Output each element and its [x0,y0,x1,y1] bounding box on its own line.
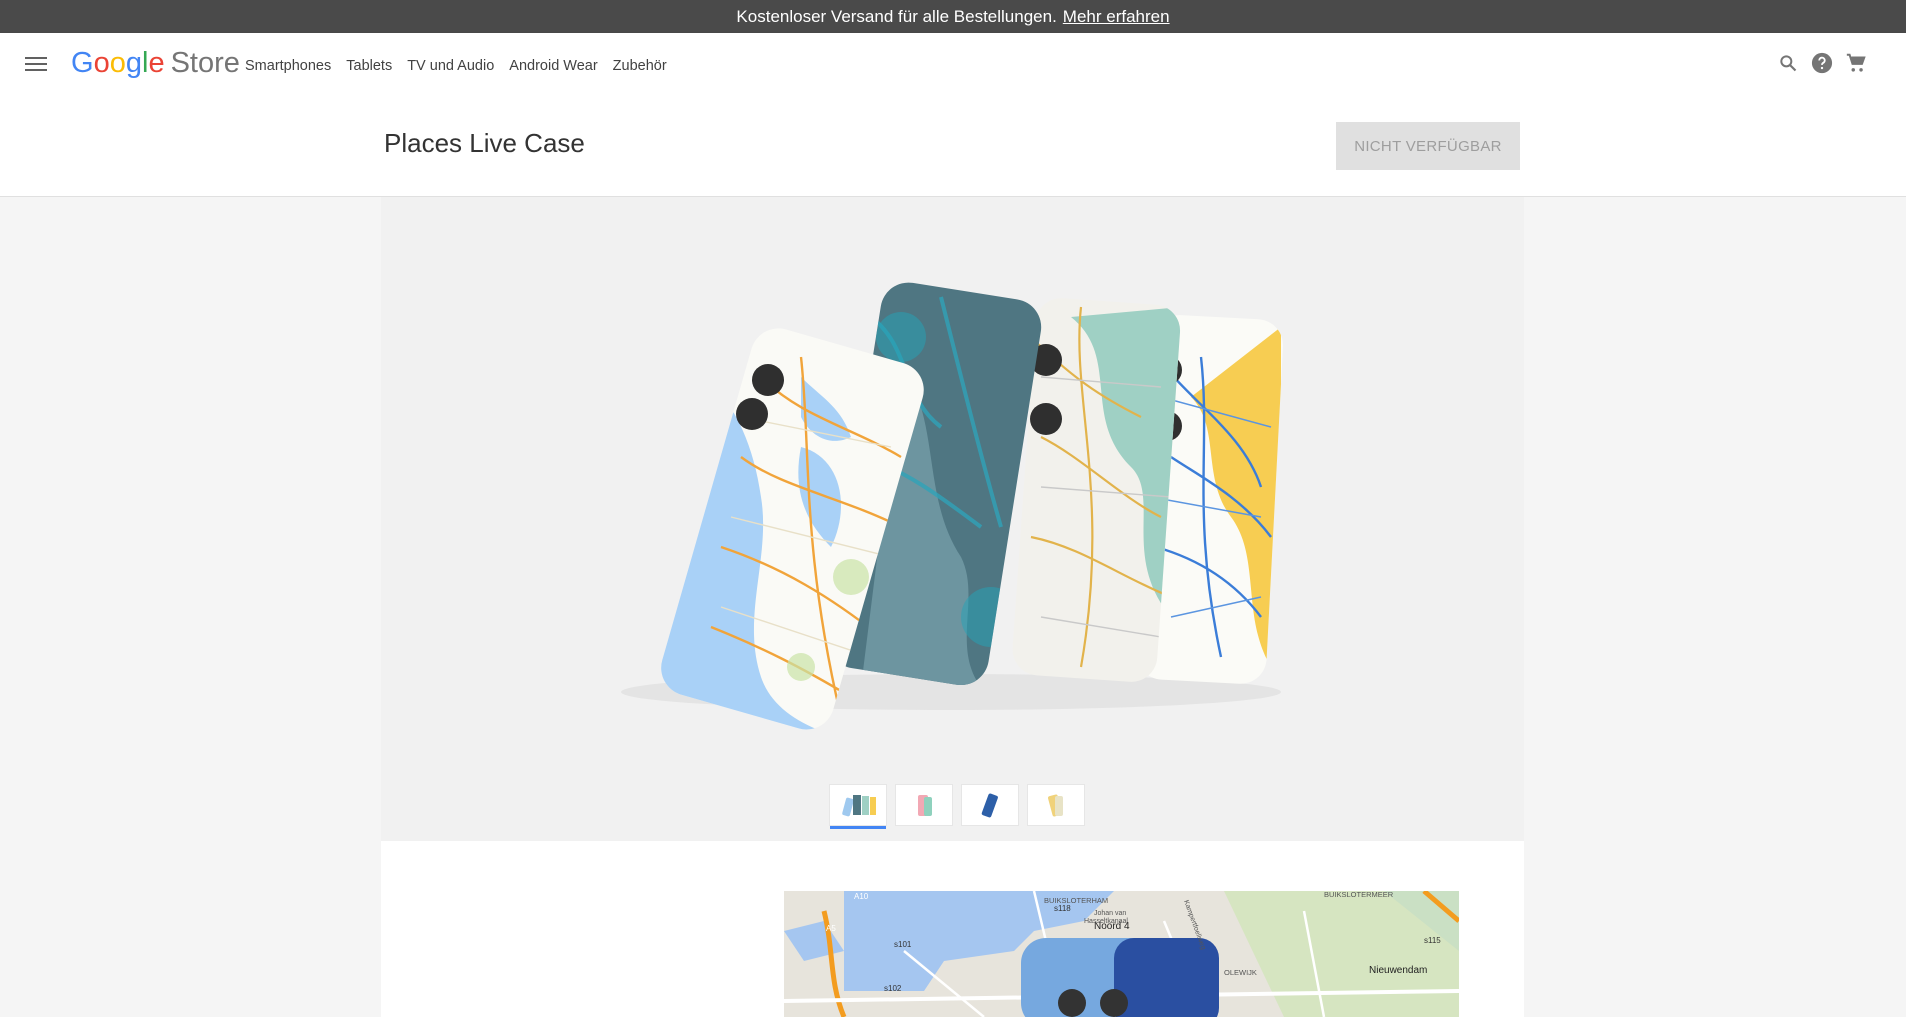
promo-learn-more-link[interactable]: Mehr erfahren [1063,7,1170,27]
product-title-bar: Places Live Case NICHT VERFÜGBAR [0,98,1906,197]
cart-icon[interactable] [1844,51,1868,75]
product-gallery [381,197,1524,841]
thumbnail-strip [829,784,1085,829]
svg-text:s115: s115 [1424,936,1441,945]
product-hero-image [621,282,1284,737]
unavailable-button[interactable]: NICHT VERFÜGBAR [1336,122,1520,170]
nav-tv-audio[interactable]: TV und Audio [407,58,494,74]
thumbnail-4[interactable] [1027,784,1085,826]
map-feature-image: A10 A5 s101 s102 s118 s115 BUIKSLOTERHAM… [784,891,1459,1017]
search-icon[interactable] [1776,51,1800,75]
nav-tablets[interactable]: Tablets [346,58,392,74]
svg-text:BUIKSLOTERMEER: BUIKSLOTERMEER [1324,891,1394,899]
help-icon[interactable] [1810,51,1834,75]
feature-section: A10 A5 s101 s102 s118 s115 BUIKSLOTERHAM… [381,841,1524,1017]
thumbnail-2[interactable] [895,784,953,826]
menu-icon[interactable] [24,54,48,76]
thumbnail-1[interactable] [829,784,887,829]
svg-text:BUIKSLOTERHAM: BUIKSLOTERHAM [1044,896,1108,905]
svg-text:Johan van: Johan van [1094,910,1126,917]
svg-text:OLEWIJK: OLEWIJK [1224,968,1257,977]
nav-android-wear[interactable]: Android Wear [509,58,597,74]
svg-text:Nieuwendam: Nieuwendam [1369,965,1427,976]
thumbnail-3[interactable] [961,784,1019,826]
svg-text:A5: A5 [826,924,836,933]
site-header: Google Store Smartphones Tablets TV und … [0,33,1906,98]
promo-bar: Kostenloser Versand für alle Bestellunge… [0,0,1906,33]
product-title: Places Live Case [384,128,585,158]
svg-text:A10: A10 [854,892,869,901]
logo-store-text: Store [170,47,240,79]
svg-text:Hasseltkanaal: Hasseltkanaal [1084,918,1128,925]
google-store-logo[interactable]: Google Store [71,47,240,83]
svg-text:s102: s102 [884,984,902,993]
svg-text:s101: s101 [894,940,912,949]
nav-accessories[interactable]: Zubehör [613,58,667,74]
header-icons [1776,51,1868,75]
nav-smartphones[interactable]: Smartphones [245,58,331,74]
main-nav: Smartphones Tablets TV und Audio Android… [245,33,682,98]
promo-text: Kostenloser Versand für alle Bestellunge… [736,6,1057,26]
svg-text:s118: s118 [1054,904,1071,913]
